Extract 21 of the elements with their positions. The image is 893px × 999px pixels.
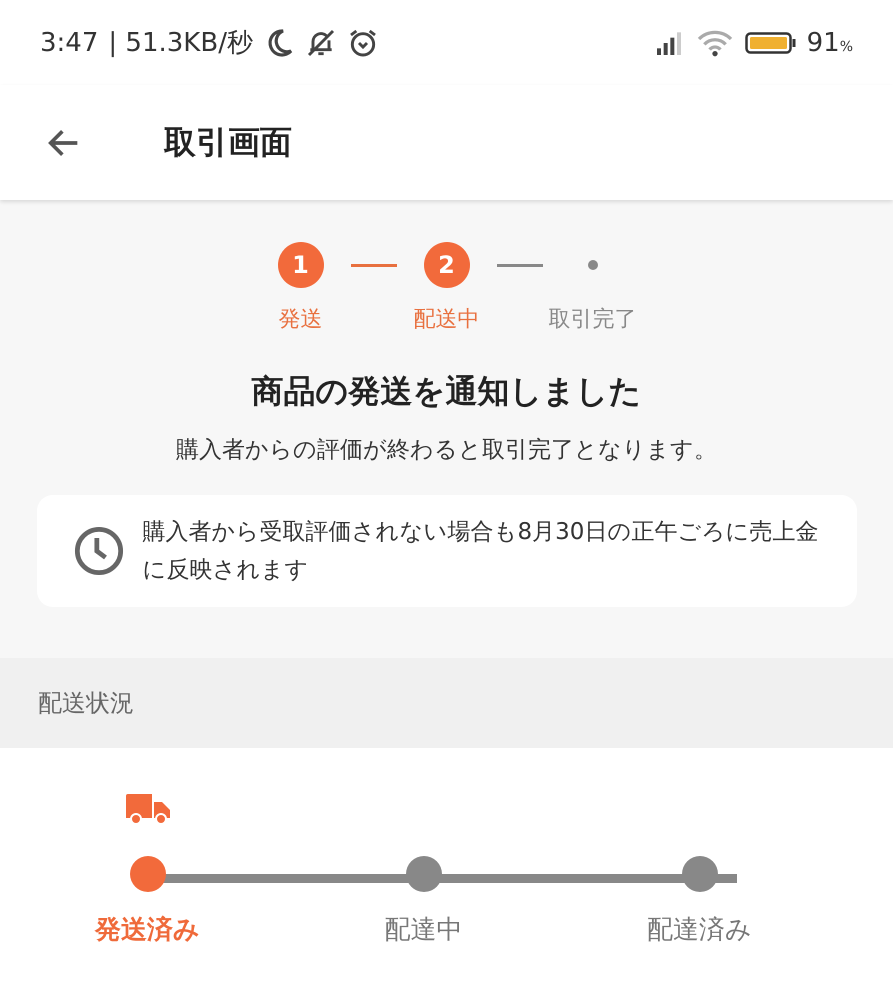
notice-title: 商品の発送を通知しました bbox=[252, 371, 642, 412]
stop-label: 配達中 bbox=[384, 914, 462, 947]
section-title: 配送状況 bbox=[38, 688, 134, 719]
step-connector bbox=[496, 264, 542, 266]
battery-icon bbox=[744, 30, 797, 56]
clock-icon bbox=[72, 525, 124, 577]
status-time: 3:47 bbox=[40, 28, 98, 58]
info-text: 購入者から受取評価されない場合も8月30日の正午ごろに売上金に反映されます bbox=[142, 518, 820, 585]
step-number: 2 bbox=[424, 242, 470, 288]
step-label: 配送中 bbox=[414, 306, 480, 334]
notice-subtitle: 購入者からの評価が終わると取引完了となります。 bbox=[176, 436, 717, 465]
truck-icon bbox=[126, 794, 170, 826]
network-speed: | 51.3KB/秒 bbox=[108, 27, 253, 60]
step-number: 1 bbox=[278, 242, 324, 288]
step-label: 発送 bbox=[278, 306, 322, 334]
page-title: 取引画面 bbox=[164, 122, 292, 162]
step-connector bbox=[350, 264, 396, 266]
battery-level: 91% bbox=[806, 28, 853, 58]
stop-label: 配達済み bbox=[647, 914, 752, 947]
stop-label: 発送済み bbox=[95, 914, 200, 947]
step-label: 取引完了 bbox=[548, 306, 636, 334]
